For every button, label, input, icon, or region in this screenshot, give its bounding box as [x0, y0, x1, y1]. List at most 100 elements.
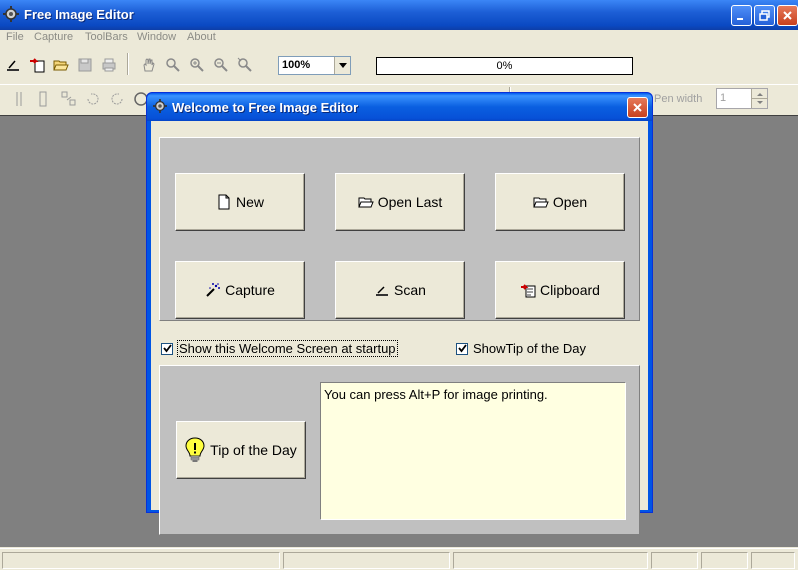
new-button-label: New [235, 194, 264, 210]
zoom-fit-tool[interactable] [236, 56, 254, 74]
resize-icon [61, 91, 76, 106]
minimize-icon [737, 18, 743, 20]
rotate-left-tool[interactable] [84, 90, 102, 108]
dialog-close-button[interactable] [627, 97, 648, 118]
gear-icon [153, 99, 167, 113]
checkbox-box[interactable] [456, 342, 468, 355]
save-tool[interactable] [76, 56, 94, 74]
menu-bar: File Capture ToolBars Window About [0, 30, 798, 46]
capture-button[interactable]: Capture [175, 261, 305, 319]
tip-text-box[interactable]: You can press Alt+P for image printing. [320, 382, 626, 520]
menu-file[interactable]: File [6, 31, 24, 43]
scanner-icon [7, 60, 19, 71]
chevron-down-icon[interactable] [334, 57, 350, 74]
new-button[interactable]: New [175, 173, 305, 231]
clipboard-icon [30, 58, 45, 73]
folder-open-icon [533, 197, 549, 208]
scanner-icon [376, 286, 389, 296]
spin-arrows-icon[interactable] [751, 89, 768, 108]
status-pane [453, 552, 648, 569]
progress-bar: 0% [376, 57, 633, 75]
new-document-icon [218, 194, 230, 210]
zoom-in-tool[interactable] [188, 56, 206, 74]
show-tip-checkbox[interactable]: ShowTip of the Day [456, 341, 586, 356]
tip-of-the-day-button[interactable]: Tip of the Day [176, 421, 306, 479]
scan-button-label: Scan [394, 282, 426, 298]
clipboard-button[interactable]: Clipboard [495, 261, 625, 319]
double-line-icon [39, 91, 47, 107]
status-bar [0, 548, 798, 570]
zoom-level-value: 100% [282, 59, 311, 71]
status-pane [751, 552, 795, 569]
pan-tool[interactable] [140, 56, 158, 74]
zoom-tool[interactable] [164, 56, 182, 74]
status-pane [2, 552, 280, 569]
status-pane [701, 552, 748, 569]
gear-app-icon [3, 6, 19, 22]
open-last-button-label: Open Last [377, 194, 443, 210]
capture-button-label: Capture [225, 282, 275, 298]
dialog-title: Welcome to Free Image Editor [172, 100, 359, 115]
welcome-dialog: Welcome to Free Image Editor New Open La… [146, 92, 653, 535]
dialog-body: New Open Last Open Capture Scan Clipboar… [151, 121, 648, 535]
zoom-fit-icon [237, 57, 252, 72]
close-button[interactable] [777, 5, 798, 26]
rotate-right-icon [111, 93, 123, 105]
tip-panel: Tip of the Day You can press Alt+P for i… [159, 365, 640, 535]
open-button[interactable]: Open [495, 173, 625, 231]
app-title-bar[interactable]: Free Image Editor [0, 0, 798, 30]
menu-about[interactable]: About [187, 31, 216, 43]
double-line-tool[interactable] [34, 90, 52, 108]
checkbox-box[interactable] [161, 342, 173, 355]
scan-tool[interactable] [4, 56, 22, 74]
menu-window[interactable]: Window [137, 31, 176, 43]
rotate-right-tool[interactable] [108, 90, 126, 108]
open-tool[interactable] [52, 56, 70, 74]
zoom-in-icon [190, 58, 204, 72]
restore-icon [759, 10, 770, 21]
minimize-button[interactable] [731, 5, 752, 26]
app-title: Free Image Editor [24, 7, 134, 22]
new-from-clipboard-tool[interactable] [28, 56, 46, 74]
checkmark-icon [457, 344, 467, 353]
tip-button-label: Tip of the Day [210, 442, 297, 458]
menu-toolbars[interactable]: ToolBars [85, 31, 128, 43]
magnifier-icon [166, 58, 180, 72]
dialog-title-bar[interactable]: Welcome to Free Image Editor [147, 93, 652, 121]
magic-wand-icon [206, 283, 221, 297]
restore-button[interactable] [754, 5, 775, 26]
clipboard-button-label: Clipboard [540, 282, 600, 298]
close-icon [633, 103, 642, 112]
clipboard-icon [521, 284, 536, 298]
zoom-out-icon [214, 58, 228, 72]
pen-width-stepper[interactable]: 1 [716, 88, 768, 109]
scan-button[interactable]: Scan [335, 261, 465, 319]
zoom-level-select[interactable]: 100% [278, 56, 351, 75]
close-icon [783, 11, 792, 20]
hand-icon [143, 58, 155, 72]
show-tip-label: ShowTip of the Day [473, 341, 586, 356]
save-icon [78, 58, 92, 72]
status-pane [651, 552, 698, 569]
pen-width-value: 1 [720, 92, 727, 104]
show-welcome-label: Show this Welcome Screen at startup [177, 340, 398, 357]
open-button-label: Open [552, 194, 588, 210]
folder-open-icon [53, 60, 69, 71]
resize-tool[interactable] [60, 90, 78, 108]
status-pane [283, 552, 450, 569]
vertical-line-tool[interactable] [10, 90, 28, 108]
lightbulb-icon [185, 437, 205, 462]
printer-icon [102, 58, 116, 72]
zoom-out-tool[interactable] [212, 56, 230, 74]
toolbar-separator [127, 53, 129, 75]
action-buttons-panel: New Open Last Open Capture Scan Clipboar… [159, 137, 640, 321]
grip-icon [16, 92, 22, 106]
rotate-left-icon [87, 93, 99, 105]
open-last-button[interactable]: Open Last [335, 173, 465, 231]
folder-open-icon [357, 197, 374, 208]
show-welcome-checkbox[interactable]: Show this Welcome Screen at startup [161, 340, 398, 357]
pen-width-label: Pen width [654, 93, 703, 105]
print-tool[interactable] [100, 56, 118, 74]
checkmark-icon [162, 344, 172, 353]
menu-capture[interactable]: Capture [34, 31, 73, 43]
